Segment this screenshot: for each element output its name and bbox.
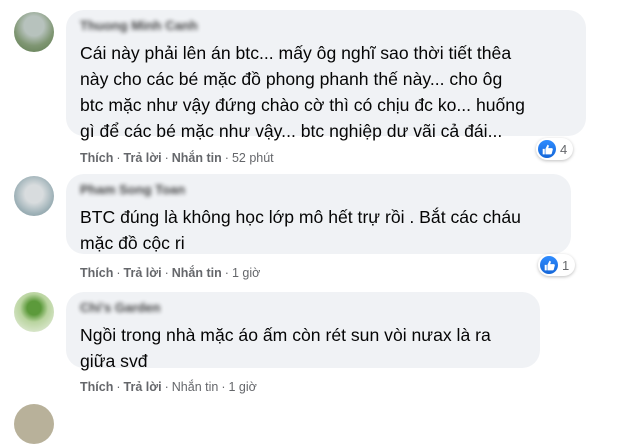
avatar[interactable] (14, 404, 54, 444)
separator: · (164, 266, 169, 280)
avatar[interactable] (14, 12, 54, 52)
like-button[interactable]: Thích (80, 266, 113, 280)
reaction-count: 4 (560, 141, 568, 157)
message-button[interactable]: Nhắn tin (172, 151, 222, 165)
comment-timestamp[interactable]: 1 giờ (229, 380, 257, 394)
separator: · (116, 266, 121, 280)
comment-line: giữa svđ (80, 351, 148, 371)
reply-button[interactable]: Trả lời (124, 380, 162, 394)
comment-line: mặc đồ cộc ri (80, 233, 185, 253)
separator: · (164, 151, 169, 165)
separator: · (221, 380, 226, 394)
comment-text: BTC đúng là không học lớp mô hết trự rồi… (80, 204, 521, 256)
like-reaction-icon (540, 256, 558, 274)
comment-author[interactable]: Pham Song Toan (80, 182, 185, 197)
separator: · (116, 151, 121, 165)
comment-timestamp[interactable]: 52 phút (232, 151, 274, 165)
reaction-summary[interactable]: 1 (538, 254, 576, 276)
comment-line: btc mặc như vậy đứng chào cờ thì có chịu… (80, 95, 525, 115)
comment-line: này cho các bé mặc đồ phong phanh thế nà… (80, 69, 503, 89)
like-button[interactable]: Thích (80, 151, 113, 165)
comment-line: BTC đúng là không học lớp mô hết trự rồi… (80, 207, 521, 227)
comment-author[interactable]: Chi's Garden (80, 300, 160, 315)
comment-actions: Thích · Trả lời · Nhắn tin · 52 phút (80, 151, 274, 165)
comment-text: Ngồi trong nhà mặc áo ấm còn rét sun vòi… (80, 322, 491, 374)
comment-actions: Thích · Trả lời · Nhắn tin · 1 giờ (80, 266, 260, 280)
comment-actions: Thích · Trả lời · Nhắn tin · 1 giờ (80, 380, 257, 394)
comment-timestamp[interactable]: 1 giờ (232, 266, 260, 280)
comment-line: Ngồi trong nhà mặc áo ấm còn rét sun vòi… (80, 325, 491, 345)
reaction-summary[interactable]: 4 (536, 138, 574, 160)
separator: · (224, 266, 229, 280)
message-button[interactable]: Nhắn tin (172, 380, 219, 394)
comment-bubble: Pham Song Toan BTC đúng là không học lớp… (66, 174, 571, 254)
avatar[interactable] (14, 292, 54, 332)
reply-button[interactable]: Trả lời (124, 151, 162, 165)
reaction-count: 1 (562, 257, 570, 273)
comment-author[interactable]: Thuong Minh Canh (80, 18, 198, 33)
message-button[interactable]: Nhắn tin (172, 266, 222, 280)
comment-line: Cái này phải lên án btc... mấy ôg nghĩ s… (80, 43, 512, 63)
comment-bubble: Thuong Minh Canh Cái này phải lên án btc… (66, 10, 586, 141)
comment-line: gì để các bé mặc như vậy... btc nghiệp d… (80, 121, 503, 141)
separator: · (224, 151, 229, 165)
reply-button[interactable]: Trả lời (124, 266, 162, 280)
comment-bubble: Chi's Garden Ngồi trong nhà mặc áo ấm cò… (66, 292, 540, 371)
separator: · (164, 380, 169, 394)
comment-text: Cái này phải lên án btc... mấy ôg nghĩ s… (80, 40, 525, 144)
separator: · (116, 380, 121, 394)
avatar[interactable] (14, 176, 54, 216)
like-reaction-icon (538, 140, 556, 158)
like-button[interactable]: Thích (80, 380, 113, 394)
